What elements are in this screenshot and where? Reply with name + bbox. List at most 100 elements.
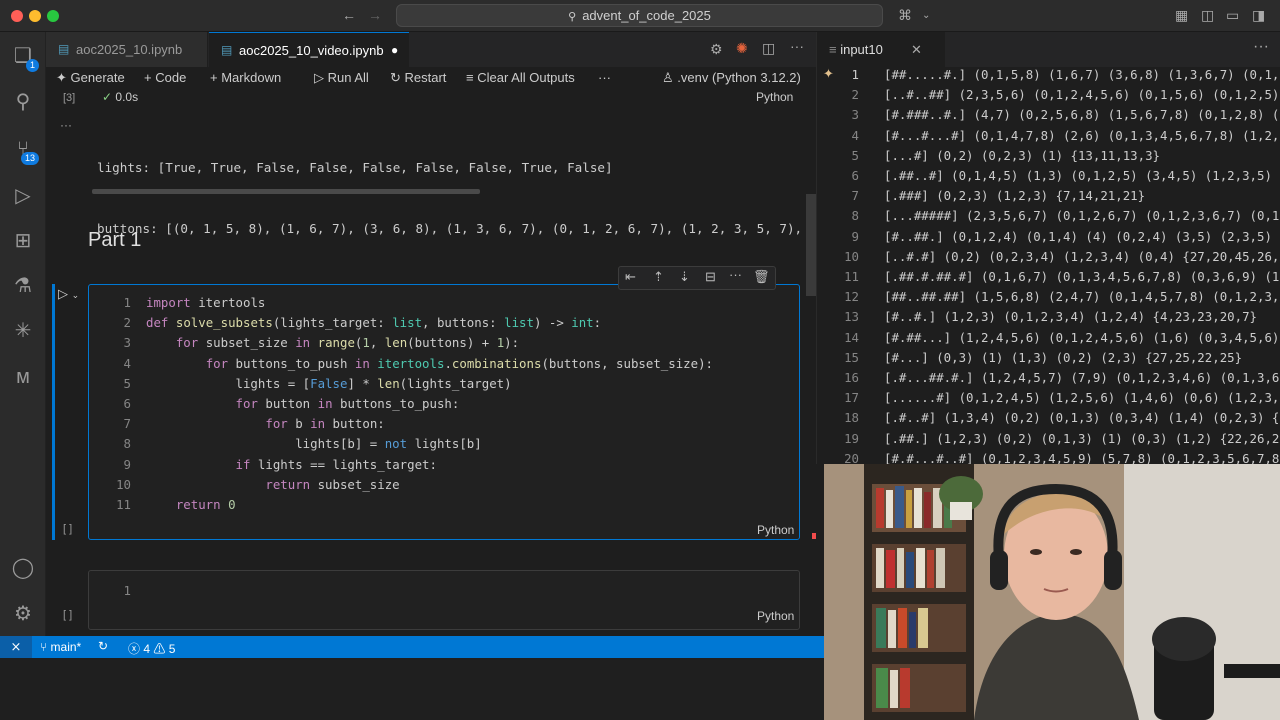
code-line[interactable]: 9 if lights == lights_target: [89,455,799,475]
input-line[interactable]: 1 [##.....#.] (0,1,5,8) (1,6,7) (3,6,8) (… [817,65,1280,85]
cell-language-label[interactable]: Python [756,90,793,104]
input-line[interactable]: 14 [#.##...] (1,2,4,5,6) (0,1,2,4,5,6) (1… [817,328,1280,348]
split-cell-icon[interactable]: ⊟ [705,269,716,285]
code-line[interactable]: 7 for b in button: [89,414,799,434]
more-actions-icon[interactable]: ··· [1253,38,1269,56]
run-debug-icon[interactable]: ▷ [11,184,35,208]
forward-arrow-icon[interactable]: → [368,7,382,23]
input-line[interactable]: 2 [..#..##] (2,3,5,6) (0,1,2,4,5,6) (0,1,… [817,85,1280,105]
back-arrow-icon[interactable]: ← [342,7,356,23]
run-cell-icon[interactable]: ▷ ⌄ [58,286,79,302]
code-line[interactable]: 5 lights = [False] * len(lights_target) [89,374,799,394]
execution-count: [ ] [63,523,73,535]
execute-below-icon[interactable]: ⇣ [679,269,690,285]
copilot-icon[interactable]: ⌘ [898,7,912,24]
close-window-icon[interactable] [11,10,23,22]
horizontal-scrollbar[interactable] [92,189,480,194]
extensions-icon[interactable]: ⊞ [11,229,35,253]
remote-icon[interactable]: ᴍ [11,365,35,389]
minimize-window-icon[interactable] [29,10,41,22]
branch-indicator[interactable]: ⑂ main* [40,640,81,654]
input-line[interactable]: 8 [...#####] (2,3,5,6,7) (0,1,2,6,7) (0,1… [817,206,1280,226]
input-line[interactable]: 10 [..#.#] (0,2) (0,2,3,4) (1,2,3,4) (0,4… [817,247,1280,267]
code-cell[interactable]: 1 import itertools 2 def solve_subsets(ligh… [88,284,800,540]
generate-button[interactable]: ✦ Generate [56,70,125,86]
input-line[interactable]: 4 [#...#...#] (0,1,4,7,8) (2,6) (0,1,3,4,… [817,126,1280,146]
code-line[interactable]: 8 lights[b] = not lights[b] [89,434,799,454]
input-line[interactable]: 17 [......#] (0,1,2,4,5) (1,2,5,6) (1,4,6… [817,388,1280,408]
execute-above-icon[interactable]: ⇡ [653,269,664,285]
chevron-down-icon[interactable]: ⌄ [922,10,930,21]
kernel-picker[interactable]: ♙ .venv (Python 3.12.2) [662,70,801,86]
input-line[interactable]: 7 [.###] (0,2,3) (1,2,3) {7,14,21,21} [817,186,1280,206]
code-line[interactable]: 3 for subset_size in range(1, len(button… [89,333,799,353]
input-line[interactable]: 5 [...#] (0,2) (0,2,3) (1) {13,11,13,3} [817,146,1280,166]
input-line[interactable]: 18 [.#..#] (1,3,4) (0,2) (0,1,3) (0,3,4) … [817,408,1280,428]
more-icon[interactable]: ··· [598,70,611,85]
layout-icon[interactable]: ▦ [1175,7,1188,24]
more-icon[interactable]: ··· [729,267,742,282]
code-line[interactable]: 2 def solve_subsets(lights_target: list, … [89,313,799,333]
cell-language-label[interactable]: Python [757,523,794,537]
add-markdown-cell-button[interactable]: + Markdown [210,70,281,85]
code-line[interactable]: 1 import itertools [89,293,799,313]
code-editor[interactable]: 1 import itertools 2 def solve_subsets(ligh… [89,293,799,515]
input-file-content[interactable]: 1 [##.....#.] (0,1,5,8) (1,6,7) (3,6,8) (… [817,65,1280,464]
input-line[interactable]: 3 [#.###..#.] (4,7) (0,2,5,6,8) (1,5,6,7,… [817,105,1280,125]
run-above-icon[interactable]: ⇤ [625,269,636,285]
more-actions-icon[interactable]: ··· [790,38,804,54]
cell-focus-indicator [52,284,55,540]
search-icon[interactable]: ⚲ [11,90,35,114]
sparkle-icon[interactable]: ✺ [736,40,748,57]
input-line[interactable]: 20 [#.#...#..#] (0,1,2,3,4,5,9) (5,7,8) (… [817,449,1280,464]
problems-indicator[interactable]: ⓧ 4 ⚠ 5 [128,640,175,657]
output-menu-icon[interactable]: ··· [60,118,72,132]
toggle-secondary-sidebar-icon[interactable]: ◨ [1252,7,1265,24]
account-icon[interactable]: ◯ [11,556,35,580]
code-cell[interactable]: 1 Python [88,570,800,630]
sync-icon[interactable]: ↻ [98,639,108,653]
code-line[interactable]: 4 for buttons_to_push in itertools.combi… [89,354,799,374]
cell-language-label[interactable]: Python [757,609,794,623]
modified-dot-icon[interactable]: ● [391,33,398,68]
toggle-panel-icon[interactable]: ▭ [1226,7,1239,24]
tab-aoc2025-10[interactable]: ▤ aoc2025_10.ipynb [46,32,208,67]
vertical-scrollbar[interactable] [806,194,816,296]
input-line[interactable]: 11 [.##.#.##.#] (0,1,6,7) (0,1,3,4,5,6,7,… [817,267,1280,287]
code-editor[interactable]: 1 [89,581,131,601]
explorer-icon[interactable]: ❏ 1 [11,44,39,72]
toggle-sidebar-icon[interactable]: ◫ [1201,7,1214,24]
tab-input10[interactable]: ≡ input10 ✕ [817,32,945,67]
add-code-cell-button[interactable]: + Code [144,70,186,85]
input-line[interactable]: 13 [#..#.] (1,2,3) (0,1,2,3,4) (1,2,4) {4… [817,307,1280,327]
input-line[interactable]: 12 [##..##.##] (1,5,6,8) (2,4,7) (0,1,4,5… [817,287,1280,307]
run-all-button[interactable]: ▷ Run All [314,70,369,86]
split-editor-icon[interactable]: ◫ [762,40,775,57]
execution-status: ✓ 0.0s [102,90,138,104]
input-line[interactable]: 9 [#..##.] (0,1,2,4) (0,1,4) (4) (0,2,4) … [817,227,1280,247]
maximize-window-icon[interactable] [47,10,59,22]
code-line[interactable]: 11 return 0 [89,495,799,515]
input-line[interactable]: 16 [.#...##.#.] (1,2,4,5,7) (7,9) (0,1,2,… [817,368,1280,388]
restart-icon: ↻ [390,70,405,85]
restart-button[interactable]: ↻ Restart [390,70,446,86]
input-line[interactable]: 6 [.##..#] (0,1,4,5) (1,3) (0,1,2,5) (3,4… [817,166,1280,186]
settings-gear-icon[interactable]: ⚙ [710,41,723,58]
input-line[interactable]: 15 [#...] (0,3) (1) (1,3) (0,2) (2,3) {27… [817,348,1280,368]
copilot-sparkle-icon[interactable]: ✳ [11,319,35,343]
input-line[interactable]: 19 [.##.] (1,2,3) (0,2) (0,1,3) (1) (0,3)… [817,429,1280,449]
line-number: 17 [844,390,859,406]
code-line[interactable]: 6 for button in buttons_to_push: [89,394,799,414]
settings-gear-icon[interactable]: ⚙ [11,602,35,626]
code-token: , buttons: [422,315,505,331]
source-control-icon[interactable]: ⑂ 13 [11,137,39,165]
code-line[interactable]: 10 return subset_size [89,475,799,495]
command-center-search[interactable]: ⚲ advent_of_code_2025 [396,4,883,27]
remote-indicator-icon[interactable]: ⨯ [0,636,32,658]
clear-all-outputs-button[interactable]: ≡ Clear All Outputs [466,70,575,85]
delete-cell-icon[interactable]: 🗑 [753,269,770,285]
testing-icon[interactable]: ⚗ [11,274,35,298]
close-tab-icon[interactable]: ✕ [911,32,922,67]
tab-aoc2025-10-video[interactable]: ▤ aoc2025_10_video.ipynb ● [209,32,409,67]
